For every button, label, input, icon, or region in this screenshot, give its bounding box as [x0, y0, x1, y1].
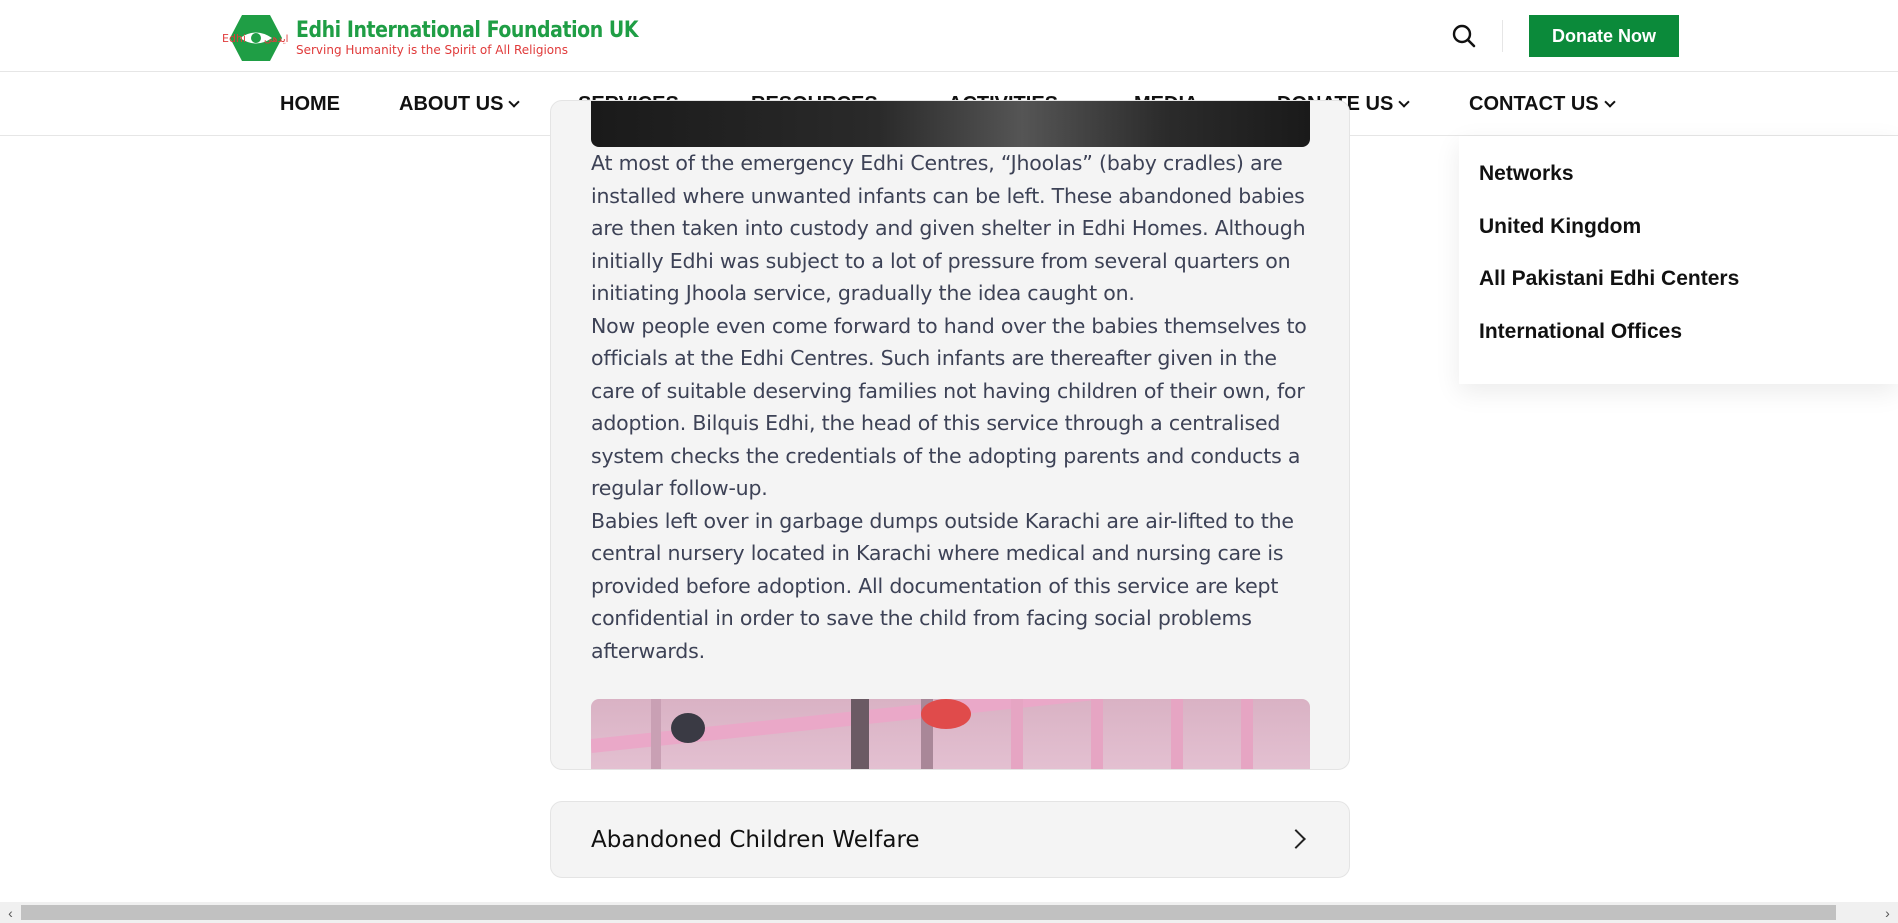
logo-mark-icon: Edhi ایدھی	[220, 11, 292, 65]
nav-item-label: HOME	[280, 92, 340, 115]
dropdown-item-networks[interactable]: Networks	[1479, 162, 1574, 186]
dropdown-item-all-pakistani-edhi-centers[interactable]: All Pakistani Edhi Centers	[1479, 267, 1739, 291]
scrollbar-thumb[interactable]	[21, 905, 1836, 920]
article-card: At most of the emergency Edhi Centres, “…	[550, 100, 1350, 770]
nav-item-contact-us[interactable]: CONTACT US	[1469, 72, 1616, 136]
dropdown-item-international-offices[interactable]: International Offices	[1479, 320, 1682, 344]
chevron-down-icon	[1603, 95, 1616, 108]
dropdown-item-united-kingdom[interactable]: United Kingdom	[1479, 215, 1641, 239]
scroll-left-arrow-icon[interactable]: ‹	[0, 902, 21, 923]
logo-mark-text: Edhi	[222, 32, 246, 45]
chevron-right-icon	[1286, 829, 1306, 849]
chevron-down-icon	[508, 95, 521, 108]
header-divider	[1502, 20, 1503, 52]
logo-mark-text-urdu: ایدھی	[264, 34, 288, 45]
article-image-top	[591, 101, 1310, 147]
accordion-abandoned-children-welfare[interactable]: Abandoned Children Welfare	[550, 801, 1350, 878]
top-header: Edhi ایدھی Edhi International Foundation…	[0, 0, 1898, 72]
article-image-cradle	[591, 699, 1310, 769]
horizontal-scrollbar[interactable]: ‹ ›	[0, 902, 1898, 923]
article-paragraph: At most of the emergency Edhi Centres, “…	[591, 151, 1306, 305]
scroll-right-arrow-icon[interactable]: ›	[1877, 902, 1898, 923]
article-paragraph: Now people even come forward to hand ove…	[591, 313, 1307, 501]
accordion-title: Abandoned Children Welfare	[591, 826, 920, 853]
logo-subtitle: Serving Humanity is the Spirit of All Re…	[296, 43, 568, 57]
chevron-down-icon	[1398, 95, 1410, 108]
article-paragraph: Babies left over in garbage dumps outsid…	[591, 508, 1294, 663]
nav-item-about-us[interactable]: ABOUT US	[399, 72, 521, 136]
nav-item-home[interactable]: HOME	[280, 72, 340, 136]
search-icon[interactable]	[1450, 22, 1478, 50]
donate-now-button[interactable]: Donate Now	[1529, 15, 1679, 57]
site-logo[interactable]: Edhi ایدھی Edhi International Foundation…	[220, 10, 638, 66]
nav-item-label: CONTACT US	[1469, 92, 1599, 115]
article-text: At most of the emergency Edhi Centres, “…	[591, 147, 1311, 667]
contact-us-dropdown: Networks United Kingdom All Pakistani Ed…	[1459, 136, 1898, 384]
logo-title: Edhi International Foundation UK	[296, 18, 639, 43]
nav-item-label: ABOUT US	[399, 92, 504, 115]
